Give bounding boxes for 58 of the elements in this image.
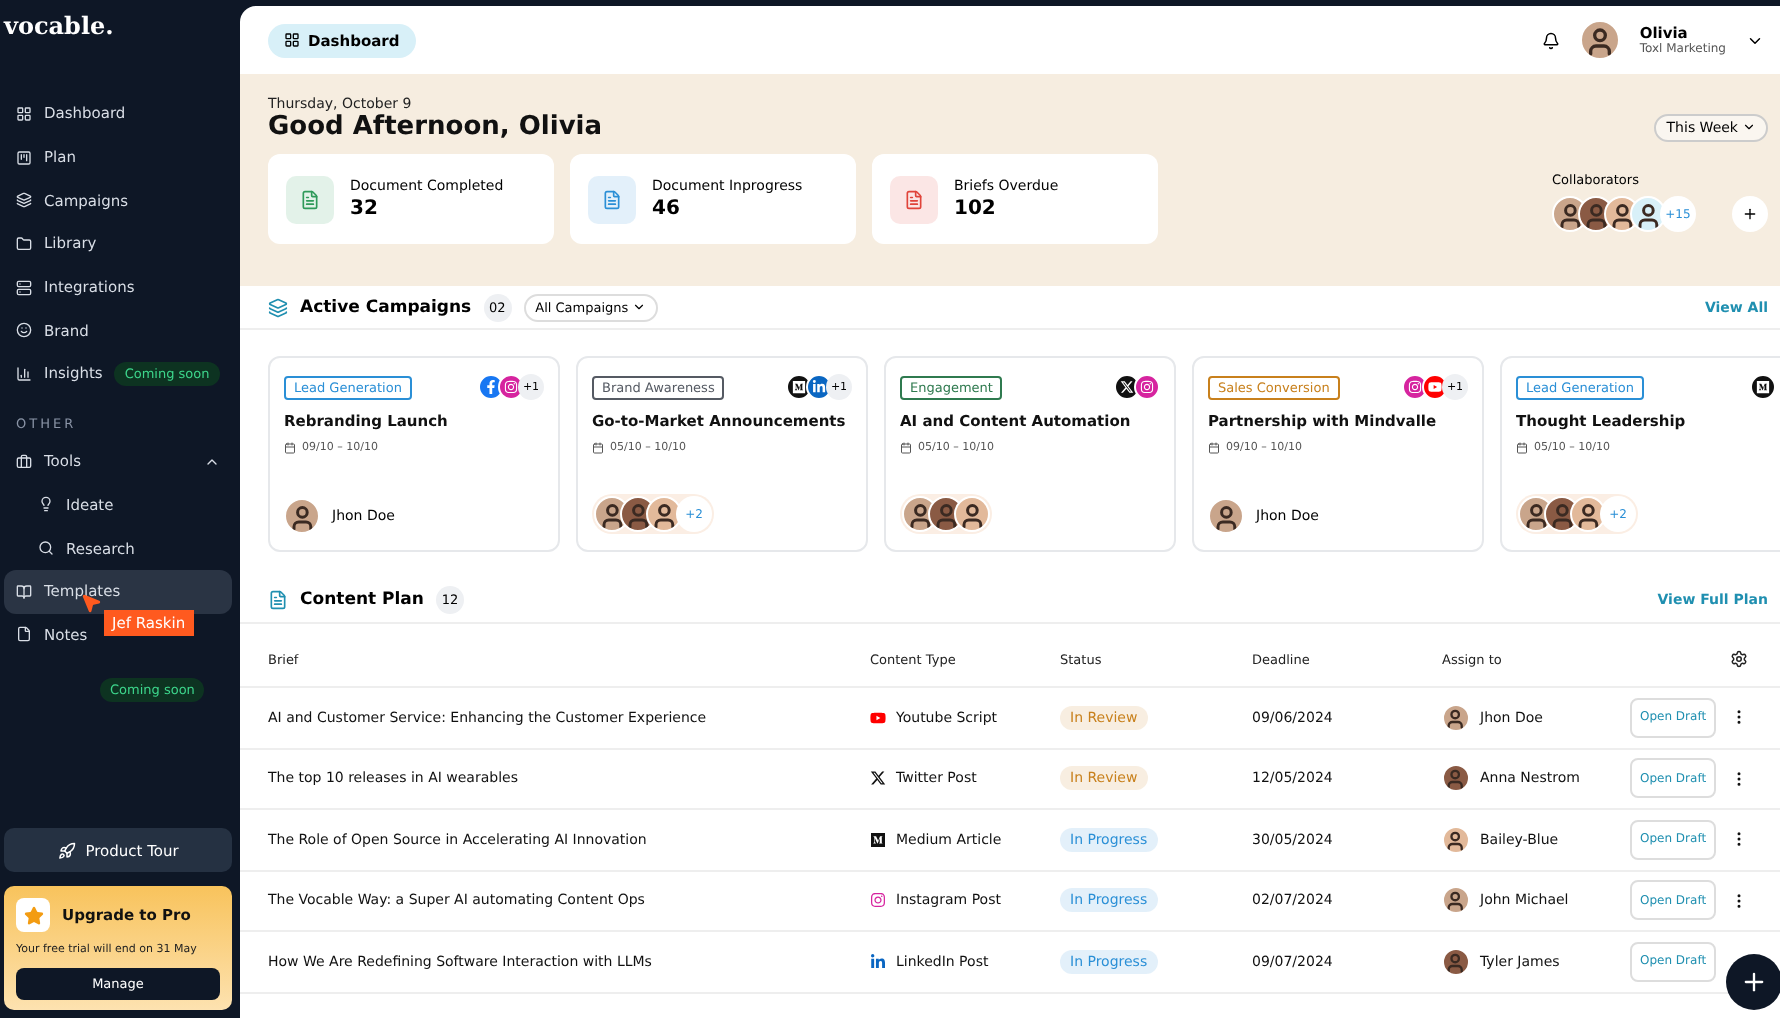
avatar [646,496,682,532]
briefcase-icon [16,453,32,470]
calendar-icon [900,442,912,454]
user-avatar [1579,20,1620,60]
bell-icon[interactable] [1541,31,1560,49]
settings-icon[interactable] [1730,650,1748,668]
search-icon [38,540,54,557]
x-icon [870,770,886,787]
calendar-icon [284,442,296,454]
calendar-icon [1516,442,1528,454]
avatar [1442,703,1470,732]
server-icon [16,279,32,296]
avatar [1442,764,1470,793]
instagram-icon [1402,374,1428,400]
calendar-icon [592,442,604,454]
avatar [284,498,320,534]
rocket-icon [57,841,76,859]
plan-icon [16,149,32,166]
medium-icon [870,831,886,848]
grid-icon [284,32,300,48]
greeting: Good Afternoon, Olivia [268,112,603,142]
file-icon [16,626,32,643]
grid-icon [16,105,32,122]
folder-icon [16,235,32,252]
plus-icon [1742,206,1758,222]
section-title: Active Campaigns [300,297,472,317]
avatar [1442,886,1470,915]
avatar [954,496,990,532]
avatar [1208,498,1244,534]
instagram-icon [870,892,886,909]
chart-icon [16,365,32,382]
layers-icon [268,297,288,317]
instagram-icon [1134,374,1160,400]
layers-icon [16,192,32,209]
chevron-icon [632,300,647,314]
x-icon [1114,374,1140,400]
plus-icon [1740,968,1768,996]
stat-value: 46 [652,198,682,220]
bulb-icon [38,496,54,513]
avatar [1442,825,1470,854]
facebook-icon [478,374,504,400]
medium-icon [786,374,812,400]
add-button[interactable] [1732,196,1768,232]
section-title: Content Plan [300,589,424,609]
linkedin-icon [870,953,886,970]
stat-value: 102 [954,198,998,220]
youtube-icon [870,709,886,726]
document-icon [268,589,288,609]
avatar [1570,496,1606,532]
logo: vocable. [4,12,116,40]
avatar [1442,947,1470,976]
avatar [1630,196,1666,232]
chevron-icon [1742,120,1756,134]
add-button[interactable] [1726,954,1780,1010]
book-icon [16,583,32,600]
smile-icon [16,322,32,339]
stat-value: 32 [350,198,380,220]
calendar-icon [1208,442,1220,454]
